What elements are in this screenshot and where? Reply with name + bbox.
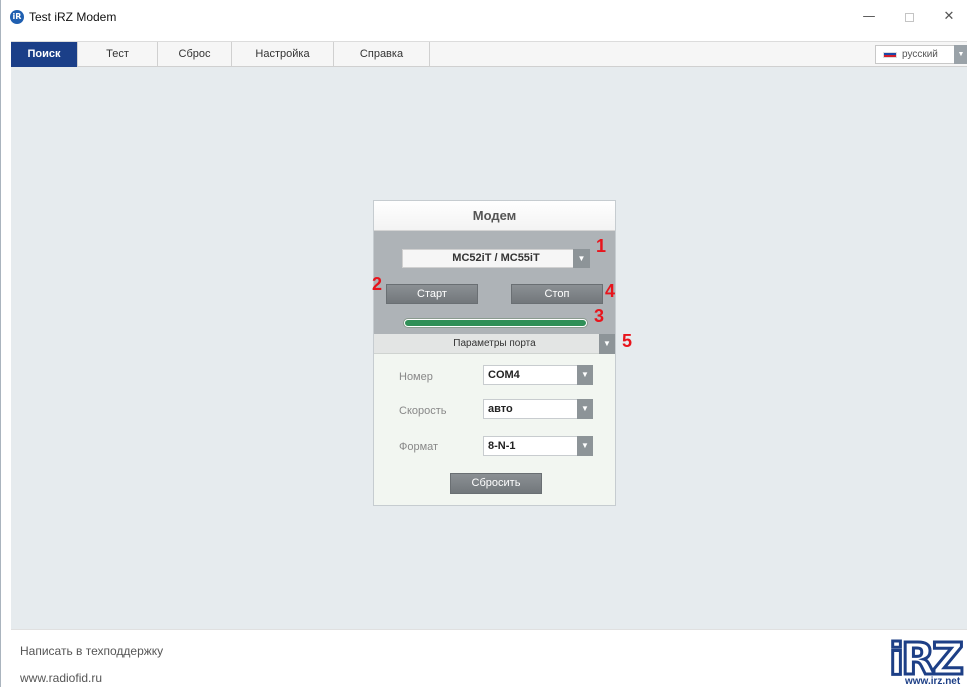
tab-search[interactable]: Поиск [11, 42, 78, 67]
app-window: iR Test iRZ Modem — ✕ Поиск Тест Сброс Н… [0, 0, 967, 687]
modem-controls: MC52iT / MC55iT ▼ Старт Стоп [374, 231, 615, 334]
chevron-down-icon: ▼ [577, 436, 593, 456]
port-number-label: Номер [399, 371, 433, 383]
modem-panel: Модем MC52iT / MC55iT ▼ Старт Стоп Парам… [373, 200, 616, 506]
maximize-icon [904, 13, 914, 22]
marker-5: 5 [622, 331, 633, 351]
chevron-down-icon: ▼ [573, 249, 590, 268]
russian-flag-icon [883, 52, 897, 58]
irz-logo: iRZ www.irz.net [879, 628, 967, 687]
site-link[interactable]: www.radiofid.ru [20, 671, 102, 685]
tab-settings[interactable]: Настройка [232, 42, 334, 67]
port-number-value: COM4 [488, 369, 520, 381]
tab-reset[interactable]: Сброс [158, 42, 232, 67]
marker-2: 2 [372, 274, 383, 294]
app-icon: iR [10, 10, 24, 24]
modem-model-value: MC52iT / MC55iT [452, 252, 540, 264]
modem-model-select[interactable]: MC52iT / MC55iT ▼ [402, 249, 590, 268]
close-button[interactable]: ✕ [927, 6, 967, 30]
language-value: русский [902, 49, 938, 60]
port-format-label: Формат [399, 441, 439, 453]
marker-3: 3 [594, 306, 605, 326]
menu-bar: Поиск Тест Сброс Настройка Справка русск… [11, 41, 967, 67]
irz-logo-url: www.irz.net [905, 676, 961, 686]
chevron-down-icon: ▼ [599, 334, 615, 354]
reset-port-button[interactable]: Сбросить [450, 473, 542, 494]
tab-test[interactable]: Тест [78, 42, 158, 67]
port-speed-value: авто [488, 403, 513, 415]
chevron-down-icon: ▼ [577, 399, 593, 419]
tab-help[interactable]: Справка [334, 42, 430, 67]
panel-title: Модем [374, 201, 615, 231]
minimize-button[interactable]: — [847, 6, 891, 30]
chevron-down-icon: ▼ [577, 365, 593, 385]
port-format-value: 8-N-1 [488, 440, 516, 452]
window-title: Test iRZ Modem [29, 10, 117, 24]
start-button[interactable]: Старт [386, 284, 478, 304]
footer: Написать в техподдержку www.radiofid.ru … [11, 629, 967, 687]
maximize-button[interactable] [887, 6, 931, 30]
port-speed-select[interactable]: авто ▼ [483, 399, 593, 419]
title-bar: iR Test iRZ Modem — ✕ [1, 0, 967, 36]
port-number-select[interactable]: COM4 ▼ [483, 365, 593, 385]
marker-1: 1 [596, 236, 607, 256]
port-params-label: Параметры порта [453, 338, 536, 349]
language-select[interactable]: русский ▼ [875, 45, 967, 64]
stop-button[interactable]: Стоп [511, 284, 603, 304]
port-params-header[interactable]: Параметры порта ▼ [374, 334, 615, 354]
search-progress-bar [404, 319, 587, 327]
support-link[interactable]: Написать в техподдержку [20, 644, 163, 658]
marker-4: 4 [605, 281, 616, 301]
port-format-select[interactable]: 8-N-1 ▼ [483, 436, 593, 456]
port-speed-label: Скорость [399, 405, 447, 417]
chevron-down-icon: ▼ [954, 45, 967, 64]
